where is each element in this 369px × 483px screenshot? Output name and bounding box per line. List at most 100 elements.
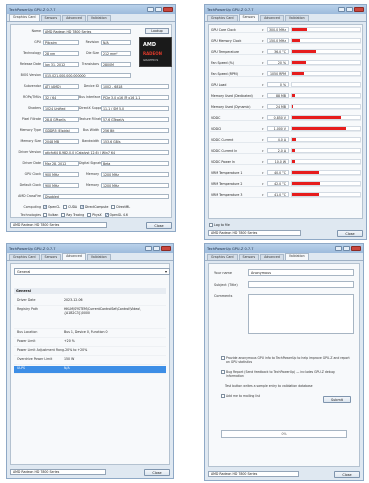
tab-validation[interactable]: Validation [86,254,111,260]
advanced-row[interactable]: Overdrive Power Limit 150 W [14,357,166,365]
advanced-row[interactable]: Registry Path HKLM\SYSTEM\CurrentControlS… [14,307,166,329]
title-bar[interactable]: TechPowerUp GPU-Z 0.7.7 [205,5,366,14]
sensor-row: VRM Temperature 3 ▾ 41.0 °C [210,192,361,198]
subject-field[interactable] [248,281,354,288]
info-label-secondary: Memory [86,183,99,187]
gpu-select[interactable]: AMD Radeon HD 7800 Series [10,222,108,228]
checkbox[interactable] [43,204,47,209]
checkbox[interactable] [61,213,66,217]
checkbox[interactable] [80,204,84,209]
bug-report-option[interactable]: Bug Report (Send feedback to TechPowerUp… [221,370,353,378]
tab-graphics-card[interactable]: Graphics Card [9,254,40,260]
advanced-row[interactable]: Power Limit +20 % [14,339,166,347]
info-label: GPU Clock [24,172,41,176]
maximize-button[interactable] [153,246,160,251]
feature-checkbox-item[interactable]: PhysX [87,213,102,217]
info-value: aticfx64 8.982.0.0 (Catalyst 12.6) / Win… [43,149,169,155]
info-label-secondary: Bus Width [82,128,99,132]
info-label: Name [31,29,41,33]
minimize-button[interactable] [335,246,342,251]
anonymous-info-checkbox[interactable] [221,356,225,360]
advanced-row[interactable]: ULPS N/A [14,366,166,374]
checkbox[interactable] [63,205,68,209]
maximize-button[interactable] [155,7,162,12]
sensor-value: 41.0 °C [267,192,289,197]
tab-advanced[interactable]: Advanced [62,15,86,21]
sensor-row: GPU Memory Clock ▾ 150.0 MHz [210,38,361,44]
gpu-select[interactable]: AMD Radeon HD 7800 Series [208,471,300,477]
gpu-select[interactable]: AMD Radeon HD 7800 Series [208,230,301,236]
close-button[interactable]: Close [146,221,172,229]
checkbox[interactable] [104,212,109,217]
anonymous-info-option[interactable]: Provide anonymous GPU info to TechPowerU… [221,356,353,364]
sensor-name: Memory Used (Dedicated) [211,93,253,98]
close-window-button[interactable] [161,246,171,251]
advanced-value: 150 W [64,357,75,361]
info-label-secondary: Bandwidth [82,139,99,143]
close-button[interactable]: Close [144,468,170,476]
log-to-file-checkbox[interactable] [209,223,213,227]
name-field[interactable]: Anonymous [248,269,354,276]
sensor-value: 1.000 V [267,126,289,131]
maximize-button[interactable] [346,7,353,12]
sensor-graph-fill [292,138,297,141]
bug-report-checkbox[interactable] [221,370,225,374]
close-window-button[interactable] [163,7,173,12]
comments-textarea[interactable] [248,294,354,334]
advanced-category-dropdown[interactable]: General [14,268,170,275]
feature-checkbox-item[interactable]: Vulkan [43,213,58,217]
tab-advanced[interactable]: Advanced [260,15,284,21]
tab-graphics-card[interactable]: Graphics Card [9,14,40,21]
tab-advanced[interactable]: Advanced [62,253,86,260]
info-value: GDDR5 (Elpida) [43,127,79,133]
advanced-key: ULPS [17,366,26,370]
sensor-value: 20 % [267,60,289,65]
tab-graphics-card[interactable]: Graphics Card [207,15,238,21]
title-bar[interactable]: TechPowerUp GPU-Z 0.7.7 [205,244,363,253]
maximize-button[interactable] [343,246,350,251]
tab-advanced[interactable]: Advanced [260,254,284,260]
tab-sensors[interactable]: Sensors [40,254,62,260]
advanced-row[interactable]: Power Limit Adjustment Range -20% to +20% [14,348,166,356]
log-to-file-option[interactable]: Log to file [209,223,230,227]
close-button[interactable]: Close [337,229,363,237]
checkbox[interactable] [87,213,92,217]
feature-checkbox-item[interactable]: DirectCompute [80,204,108,209]
tab-sensors[interactable]: Sensors [40,15,62,21]
close-window-button[interactable] [351,246,361,251]
minimize-button[interactable] [147,7,154,12]
sensor-name: GPU Temperature [211,49,239,54]
mailing-list-checkbox[interactable] [221,394,225,398]
info-value-secondary: 1002 - 6818 [101,83,169,89]
close-window-button[interactable] [354,7,364,12]
checkbox[interactable] [111,205,116,209]
gpu-select[interactable]: AMD Radeon HD 7800 Series [10,469,106,475]
title-bar[interactable]: TechPowerUp GPU-Z 0.7.7 [7,244,173,253]
advanced-row[interactable]: Bus Location Bus 1, Device 0, Function 0 [14,330,166,338]
info-value-secondary: 256 Bit [101,127,169,133]
advanced-row[interactable]: Driver Date 2023-12-06 [14,298,166,306]
tab-validation[interactable]: Validation [86,15,111,21]
minimize-button[interactable] [145,246,152,251]
feature-checkbox-item[interactable]: CUDA [63,205,77,209]
info-value-secondary: 1200 MHz [101,171,169,177]
gpuz-window-sensors: TechPowerUp GPU-Z 0.7.7 Graphics Card Se… [204,4,367,240]
feature-checkbox-item[interactable]: DirectML [111,205,130,209]
group-header: General [14,288,166,294]
lookup-button[interactable]: Lookup [145,28,169,34]
close-button[interactable]: Close [334,470,360,478]
sensor-graph-fill [292,50,317,53]
feature-checkbox-item[interactable]: OpenCL [43,204,60,209]
minimize-button[interactable] [338,7,345,12]
tab-graphics-card[interactable]: Graphics Card [207,254,238,260]
tab-validation[interactable]: Validation [284,253,309,260]
title-bar[interactable]: TechPowerUp GPU-Z 0.7.7 [7,5,175,14]
feature-checkbox-item[interactable]: Ray Tracing [61,213,84,217]
tab-sensors[interactable]: Sensors [238,14,260,21]
checkbox[interactable] [43,213,47,217]
feature-checkbox-item[interactable]: OpenGL 4.6 [104,212,128,217]
tab-sensors[interactable]: Sensors [238,254,260,260]
tab-validation[interactable]: Validation [284,15,309,21]
submit-button[interactable]: Submit [323,396,351,403]
sensor-row: VDDC Current ▾ 4.0 A [210,137,361,143]
